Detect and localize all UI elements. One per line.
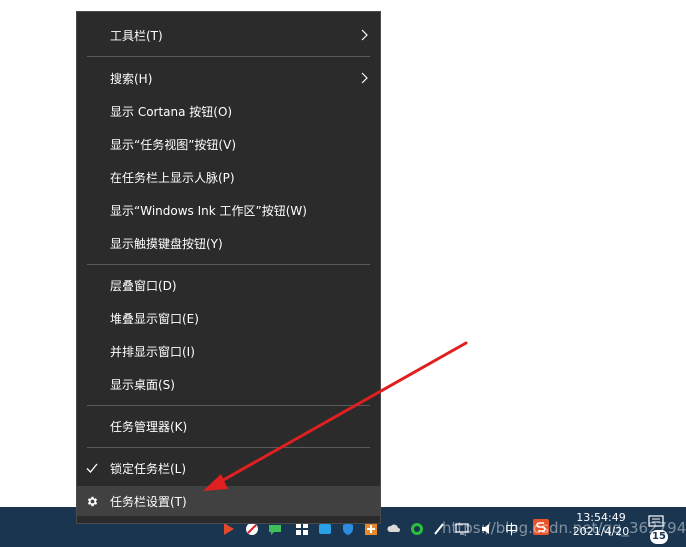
menu-item-label: 显示触摸键盘按钮(Y) — [110, 236, 223, 251]
menu-item-lock-taskbar[interactable]: 锁定任务栏(L) — [77, 453, 380, 483]
wechat-icon[interactable] — [410, 522, 424, 536]
apps-icon[interactable] — [295, 522, 309, 536]
flag-icon[interactable] — [222, 522, 236, 536]
menu-item-show-people[interactable]: 在任务栏上显示人脉(P) — [77, 162, 380, 192]
cloud-icon[interactable] — [387, 522, 401, 536]
menu-item-label: 显示桌面(S) — [110, 377, 175, 392]
menu-item-toolbars[interactable]: 工具栏(T) — [77, 20, 380, 50]
menu-item-show-windows-ink[interactable]: 显示“Windows Ink 工作区”按钮(W) — [77, 195, 380, 225]
menu-separator — [87, 405, 370, 406]
menu-item-label: 层叠窗口(D) — [110, 278, 177, 293]
menu-item-search[interactable]: 搜索(H) — [77, 63, 380, 93]
menu-item-show-task-view[interactable]: 显示“任务视图”按钮(V) — [77, 129, 380, 159]
menu-item-label: 工具栏(T) — [110, 28, 163, 43]
menu-item-label: 显示 Cortana 按钮(O) — [110, 104, 233, 119]
plus-app-icon[interactable] — [364, 522, 378, 536]
menu-item-label: 任务栏设置(T) — [110, 494, 187, 509]
menu-separator — [87, 447, 370, 448]
checkmark-icon — [85, 461, 99, 475]
menu-item-label: 堆叠显示窗口(E) — [110, 311, 199, 326]
menu-item-stack-windows[interactable]: 堆叠显示窗口(E) — [77, 303, 380, 333]
taskbar-context-menu: 工具栏(T) 搜索(H) 显示 Cortana 按钮(O) 显示“任务视图”按钮… — [76, 11, 381, 524]
menu-item-label: 搜索(H) — [110, 71, 153, 86]
menu-item-label: 显示“Windows Ink 工作区”按钮(W) — [110, 203, 307, 218]
menu-item-label: 并排显示窗口(I) — [110, 344, 195, 359]
app-tray-icon[interactable] — [318, 522, 332, 536]
shield-icon[interactable] — [341, 522, 355, 536]
notification-count-badge: 15 — [650, 530, 668, 544]
menu-item-show-desktop[interactable]: 显示桌面(S) — [77, 369, 380, 399]
menu-item-label: 在任务栏上显示人脉(P) — [110, 170, 235, 185]
gear-icon — [85, 494, 99, 508]
menu-item-taskbar-settings[interactable]: 任务栏设置(T) — [77, 486, 380, 516]
menu-separator — [87, 56, 370, 57]
chevron-right-icon — [361, 72, 368, 84]
menu-item-label: 任务管理器(K) — [110, 419, 188, 434]
menu-item-task-manager[interactable]: 任务管理器(K) — [77, 411, 380, 441]
menu-item-cascade-windows[interactable]: 层叠窗口(D) — [77, 270, 380, 300]
menu-item-side-by-side-windows[interactable]: 并排显示窗口(I) — [77, 336, 380, 366]
menu-item-label: 锁定任务栏(L) — [110, 461, 187, 476]
chevron-right-icon — [361, 29, 368, 41]
menu-item-label: 显示“任务视图”按钮(V) — [110, 137, 237, 152]
chat-icon[interactable] — [268, 522, 282, 536]
menu-item-show-touch-keyboard[interactable]: 显示触摸键盘按钮(Y) — [77, 228, 380, 258]
network-blocked-icon[interactable] — [245, 522, 259, 536]
menu-separator — [87, 264, 370, 265]
menu-item-show-cortana[interactable]: 显示 Cortana 按钮(O) — [77, 96, 380, 126]
